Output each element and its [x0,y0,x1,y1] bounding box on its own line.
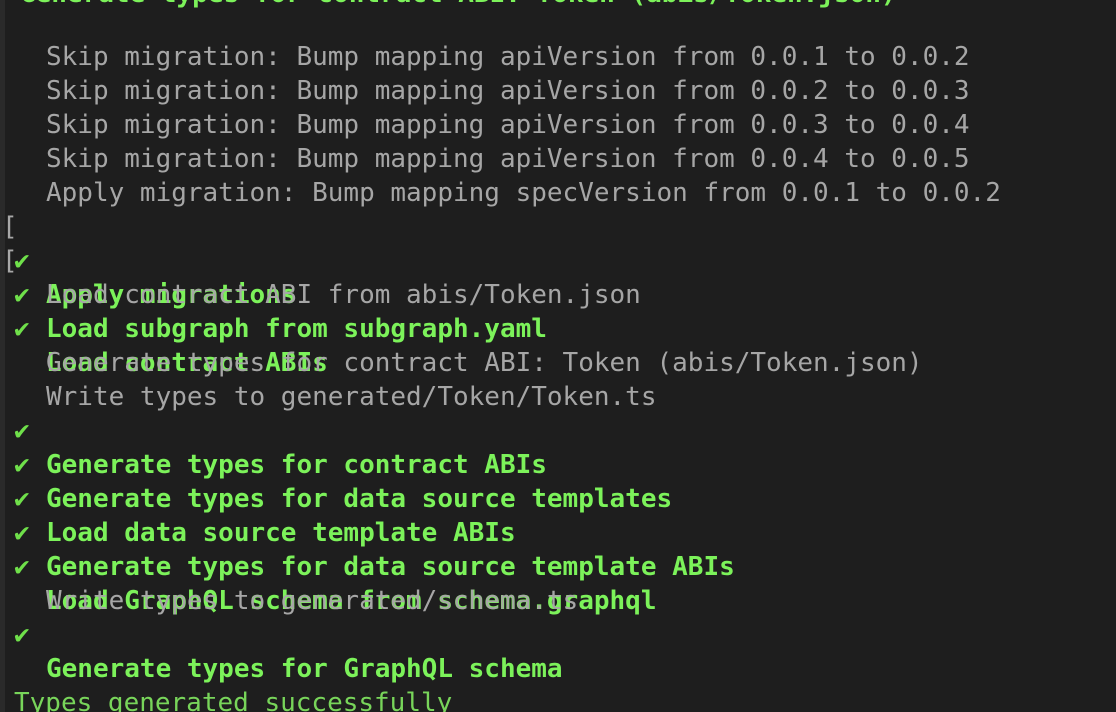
log-line-text: Skip migration: Bump mapping apiVersion … [46,144,970,174]
log-line-success: [ ✔ Apply migrations [0,176,296,310]
log-line-success: ✔ Generate types for contract ABIs [0,380,547,480]
log-line-text: Load subgraph from subgraph.yaml [46,314,547,344]
log-line: Skip migration: Bump mapping apiVersion … [0,74,970,140]
log-line: Load contract ABI from abis/Token.json [0,244,641,310]
log-line-text: Generate types for data source templates [46,484,673,514]
log-line: Write types to generated/Token/Token.ts [0,346,656,412]
log-line-success: ✔ Load GraphQL schema from schema.graphq… [0,516,656,616]
log-line-text: Write types to generated/schema.ts [46,586,579,616]
log-line-text: Generate types for GraphQL schema [46,654,563,684]
log-line-text: Generate types for contract ABI: Token (… [46,348,923,378]
log-line: Skip migration: Bump mapping apiVersion … [0,108,970,174]
success-message-line: Types generated successfully [0,652,452,712]
log-line-success: ✔ Generate types for GraphQL schema [0,584,563,684]
terminal-cutoff-line: Generate types for contract ABI: Token (… [20,0,897,8]
log-line-success: [ ✔ Load subgraph from subgraph.yaml [0,210,547,344]
log-line-text: Load data source template ABIs [46,518,516,548]
log-line-text: Apply migration: Bump mapping specVersio… [46,178,1001,208]
cutoff-line-text: Generate types for contract ABI: Token (… [20,0,897,9]
log-line-success: ✔ Load contract ABIs [0,278,328,378]
log-line: Skip migration: Bump mapping apiVersion … [0,40,970,106]
checkmark-icon: ✔ [14,620,30,650]
log-line-success: ✔ Generate types for data source templat… [0,482,735,582]
log-line: Skip migration: Bump mapping apiVersion … [0,6,970,72]
log-line-text: Write types to generated/Token/Token.ts [46,382,657,412]
log-line-success: ✔ Load data source template ABIs [0,448,516,548]
log-line-text: Skip migration: Bump mapping apiVersion … [46,42,970,72]
log-line: Write types to generated/schema.ts [0,550,578,616]
success-message: Types generated successfully [14,688,453,712]
terminal-window[interactable]: Generate types for contract ABI: Token (… [0,0,1116,712]
log-line-text: Skip migration: Bump mapping apiVersion … [46,110,970,140]
log-line-text: Load contract ABI from abis/Token.json [46,280,641,310]
log-line-success: ✔ Generate types for data source templat… [0,414,672,514]
log-line-text: Generate types for contract ABIs [46,450,547,480]
log-line: Apply migration: Bump mapping specVersio… [0,142,1001,208]
log-line-text: Generate types for data source template … [46,552,735,582]
log-line-text: Skip migration: Bump mapping apiVersion … [46,76,970,106]
log-line: Generate types for contract ABI: Token (… [0,312,923,378]
